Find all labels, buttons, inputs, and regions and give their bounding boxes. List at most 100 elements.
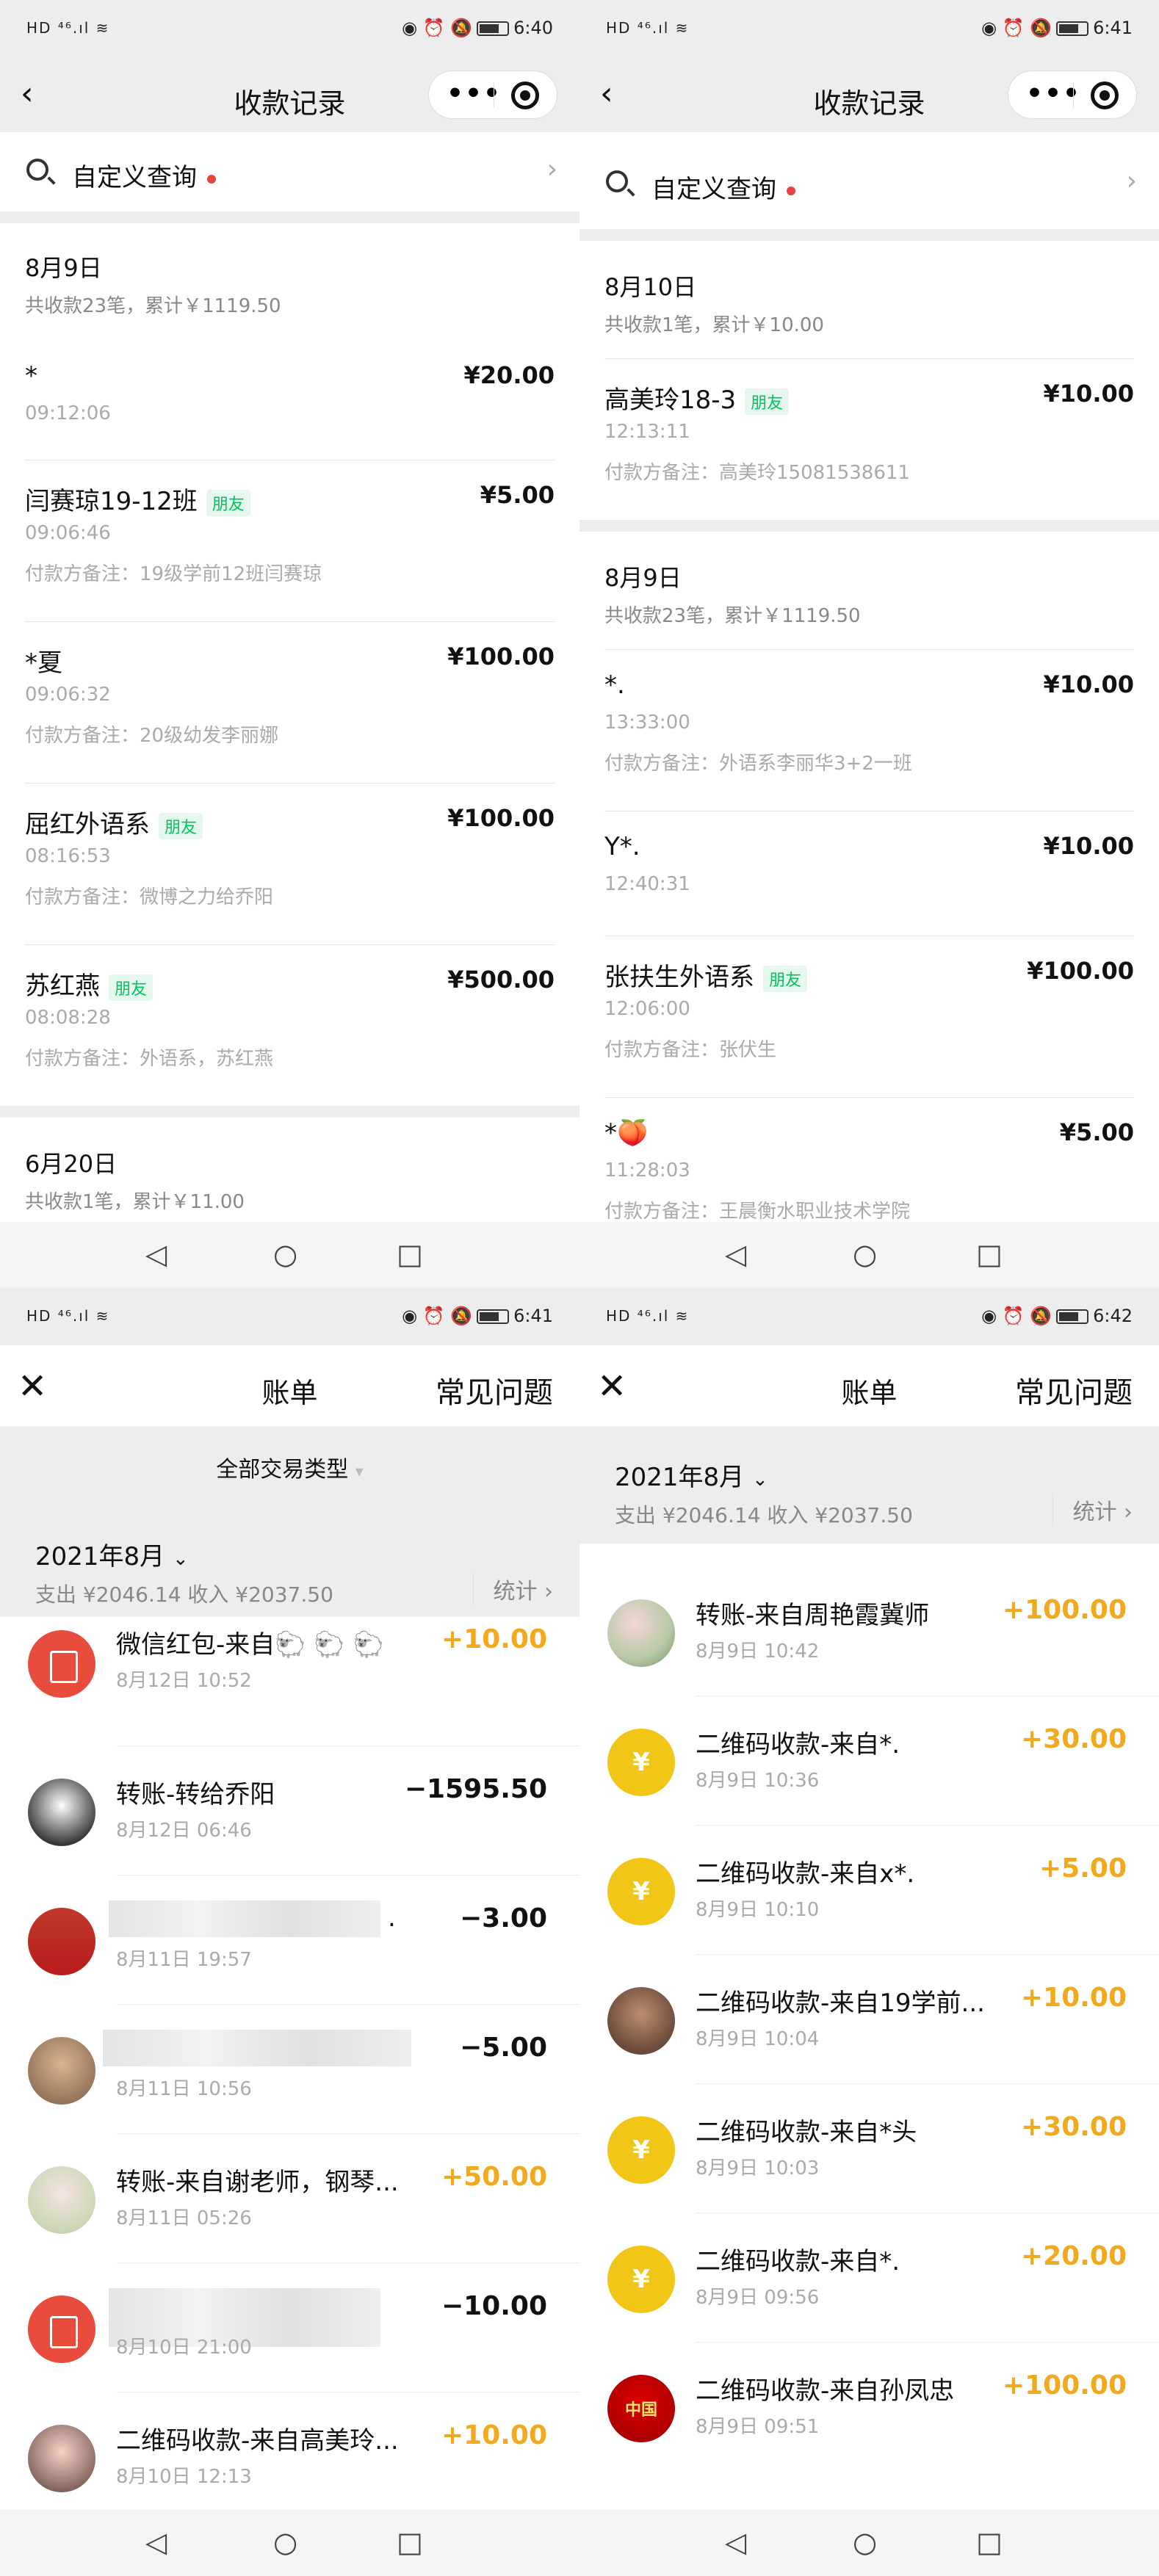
status-icons: ◉ ⏰ 🔕 bbox=[981, 18, 1053, 38]
stats-link[interactable]: 统计 › bbox=[1053, 1494, 1133, 1526]
payer-note: 付款方备注：张伏生 bbox=[604, 1039, 777, 1061]
transaction-amount: +10.00 bbox=[441, 2420, 547, 2450]
payer-name: * bbox=[25, 361, 37, 391]
record-item[interactable]: 高美玲18-3 朋友 ¥10.00 12:13:11 付款方备注：高美玲15081… bbox=[604, 358, 1134, 520]
stats-link[interactable]: 统计 › bbox=[473, 1573, 553, 1605]
transaction-date: 8月9日 09:56 bbox=[696, 2287, 820, 2309]
back-nav-icon[interactable]: ◁ bbox=[725, 2528, 746, 2557]
qr-payment-icon bbox=[607, 2246, 675, 2313]
month-selector[interactable]: 2021年8月 ⌄ bbox=[35, 1536, 189, 1572]
battery-icon bbox=[1056, 21, 1089, 36]
record-item[interactable]: 屈红外语系 朋友 ¥100.00 08:16:53 付款方备注：微博之力给乔阳 bbox=[25, 783, 555, 944]
recent-nav-icon[interactable]: □ bbox=[397, 2528, 423, 2557]
system-nav-bar: ◁ ○ □ bbox=[0, 1222, 580, 1288]
avatar bbox=[28, 2425, 95, 2492]
time: 08:08:28 bbox=[25, 1007, 111, 1029]
red-dot-badge bbox=[787, 186, 795, 195]
clock: 6:40 bbox=[513, 18, 553, 38]
recent-nav-icon[interactable]: □ bbox=[976, 1240, 1003, 1269]
recent-nav-icon[interactable]: □ bbox=[397, 1240, 423, 1269]
recent-nav-icon[interactable]: □ bbox=[976, 2528, 1003, 2557]
miniprogram-capsule[interactable]: ••• bbox=[428, 70, 557, 119]
transaction-amount: +30.00 bbox=[1020, 1724, 1127, 1754]
faq-link[interactable]: 常见问题 bbox=[436, 1369, 553, 1411]
transaction-date: 8月9日 10:03 bbox=[696, 2157, 820, 2179]
nav-bar: ✕ 账单 常见问题 bbox=[0, 1345, 580, 1426]
month-header: 2021年8月 ⌄ 支出 ¥2046.14 收入 ¥2037.50 统计 › bbox=[0, 1502, 580, 1617]
day-header: 8月9日 共收款23笔，累计￥1119.50 bbox=[0, 250, 580, 318]
transaction-item[interactable]: 转账-来自谢老师，钢琴... 8月11日 05:26 +50.00 bbox=[0, 2134, 580, 2263]
back-nav-icon[interactable]: ◁ bbox=[725, 1240, 746, 1269]
merchant-avatar bbox=[28, 2037, 95, 2105]
status-bar: HD ⁴⁶.ıl ≋ ◉ ⏰ 🔕 6:40 bbox=[0, 0, 580, 57]
home-nav-icon[interactable]: ○ bbox=[273, 1240, 297, 1269]
time: 09:06:32 bbox=[25, 684, 111, 706]
transaction-item[interactable]: 二维码收款-来自*. 8月9日 09:56 +20.00 bbox=[580, 2213, 1159, 2342]
time: 09:06:46 bbox=[25, 522, 111, 544]
record-item[interactable]: 张扶生外语系 朋友 ¥100.00 12:06:00 付款方备注：张伏生 bbox=[604, 936, 1134, 1097]
transaction-item[interactable]: 二维码收款-来自19学前... 8月9日 10:04 +10.00 bbox=[580, 1955, 1159, 2084]
friend-badge: 朋友 bbox=[109, 974, 154, 1001]
record-item[interactable]: Y*. ¥10.00 12:40:31 bbox=[604, 811, 1134, 936]
close-target-icon[interactable] bbox=[511, 82, 539, 109]
chevron-right-icon: › bbox=[546, 154, 557, 184]
transaction-title: 二维码收款-来自*头 bbox=[696, 2118, 917, 2147]
custom-query-row[interactable]: 自定义查询 › bbox=[580, 144, 1159, 223]
transaction-title: 二维码收款-来自高美玲... bbox=[116, 2426, 399, 2456]
friend-badge: 朋友 bbox=[745, 388, 790, 415]
status-icons: ◉ ⏰ 🔕 bbox=[981, 1306, 1053, 1326]
transaction-item[interactable]: 转账-转给乔阳 8月12日 06:46 −1595.50 bbox=[0, 1746, 580, 1875]
time: 12:40:31 bbox=[604, 873, 690, 895]
record-item[interactable]: *夏 ¥100.00 09:06:32 付款方备注：20级幼发李丽娜 bbox=[25, 621, 555, 783]
record-item[interactable]: *. ¥10.00 13:33:00 付款方备注：外语系李丽华3+2一班 bbox=[604, 649, 1134, 811]
payer-name: 高美玲18-3 朋友 bbox=[604, 380, 790, 416]
home-nav-icon[interactable]: ○ bbox=[853, 1240, 877, 1269]
transaction-item[interactable]: 二维码收款-来自孙凤忠 8月9日 09:51 +100.00 bbox=[580, 2342, 1159, 2472]
payer-note: 付款方备注：外语系李丽华3+2一班 bbox=[604, 753, 912, 775]
home-nav-icon[interactable]: ○ bbox=[273, 2528, 297, 2557]
day-title: 8月9日 bbox=[604, 564, 682, 592]
transaction-date: 8月11日 10:56 bbox=[116, 2078, 252, 2100]
screen-payment-records-1: HD ⁴⁶.ıl ≋ ◉ ⏰ 🔕 6:40 ‹ 收款记录 ••• 自定义查询 › … bbox=[0, 0, 580, 1288]
month-selector[interactable]: 2021年8月 ⌄ bbox=[615, 1457, 768, 1493]
payer-name: 屈红外语系 朋友 bbox=[25, 804, 203, 840]
transaction-amount: −5.00 bbox=[460, 2033, 547, 2063]
payer-name: 闫赛琼19-12班 朋友 bbox=[25, 481, 250, 517]
payer-note: 付款方备注：高美玲15081538611 bbox=[604, 462, 910, 484]
transaction-item[interactable]: 二维码收款-来自*头 8月9日 10:03 +30.00 bbox=[580, 2084, 1159, 2213]
record-item[interactable]: 闫赛琼19-12班 朋友 ¥5.00 09:06:46 付款方备注：19级学前12… bbox=[25, 460, 555, 621]
avatar bbox=[28, 2166, 95, 2234]
signal-icons: HD ⁴⁶.ıl ≋ bbox=[606, 1307, 690, 1325]
transaction-amount: +30.00 bbox=[1020, 2112, 1127, 2142]
back-nav-icon[interactable]: ◁ bbox=[145, 2528, 167, 2557]
status-bar: HD ⁴⁶.ıl ≋ ◉ ⏰ 🔕 6:41 bbox=[0, 1288, 580, 1345]
transaction-item[interactable]: . 8月11日 19:57 −3.00 bbox=[0, 1875, 580, 2005]
record-item[interactable]: 苏红燕 朋友 ¥500.00 08:08:28 付款方备注：外语系，苏红燕 bbox=[25, 944, 555, 1106]
custom-query-row[interactable]: 自定义查询 › bbox=[0, 132, 580, 211]
transaction-item[interactable]: 转账-来自周艳霞冀师 8月9日 10:42 +100.00 bbox=[580, 1567, 1159, 1696]
time: 12:13:11 bbox=[604, 421, 690, 443]
transaction-type-filter[interactable]: 全部交易类型 ▾ bbox=[0, 1426, 580, 1502]
transaction-amount: +100.00 bbox=[1002, 1595, 1127, 1625]
transaction-item[interactable]: 二维码收款-来自高美玲... 8月10日 12:13 +10.00 bbox=[0, 2392, 580, 2522]
transaction-item[interactable]: 8月10日 21:00 −10.00 bbox=[0, 2263, 580, 2392]
transaction-item[interactable]: 二维码收款-来自*. 8月9日 10:36 +30.00 bbox=[580, 1696, 1159, 1826]
merchant-avatar bbox=[28, 1908, 95, 1975]
close-target-icon[interactable] bbox=[1091, 82, 1119, 109]
transaction-item[interactable]: 二维码收款-来自x*. 8月9日 10:10 +5.00 bbox=[580, 1826, 1159, 1955]
record-item[interactable]: * ¥20.00 09:12:06 bbox=[25, 341, 555, 458]
back-nav-icon[interactable]: ◁ bbox=[145, 1240, 167, 1269]
signal-icons: HD ⁴⁶.ıl ≋ bbox=[26, 1307, 110, 1325]
transaction-item[interactable]: 8月11日 10:56 −5.00 bbox=[0, 2005, 580, 2134]
transaction-date: 8月10日 12:13 bbox=[116, 2466, 252, 2488]
qr-payment-icon bbox=[607, 2116, 675, 2184]
chevron-down-icon: ⌄ bbox=[172, 1548, 189, 1570]
amount: ¥20.00 bbox=[463, 361, 555, 389]
transaction-title: 二维码收款-来自孙凤忠 bbox=[696, 2376, 955, 2406]
home-nav-icon[interactable]: ○ bbox=[853, 2528, 877, 2557]
faq-link[interactable]: 常见问题 bbox=[1015, 1369, 1133, 1411]
transaction-title: 转账-来自周艳霞冀师 bbox=[696, 1601, 930, 1630]
miniprogram-capsule[interactable]: ••• bbox=[1008, 70, 1137, 119]
transaction-title: 二维码收款-来自x*. bbox=[696, 1859, 915, 1889]
transaction-item[interactable]: 微信红包-来自🐑 🐑 🐑 8月12日 10:52 +10.00 bbox=[0, 1617, 580, 1746]
